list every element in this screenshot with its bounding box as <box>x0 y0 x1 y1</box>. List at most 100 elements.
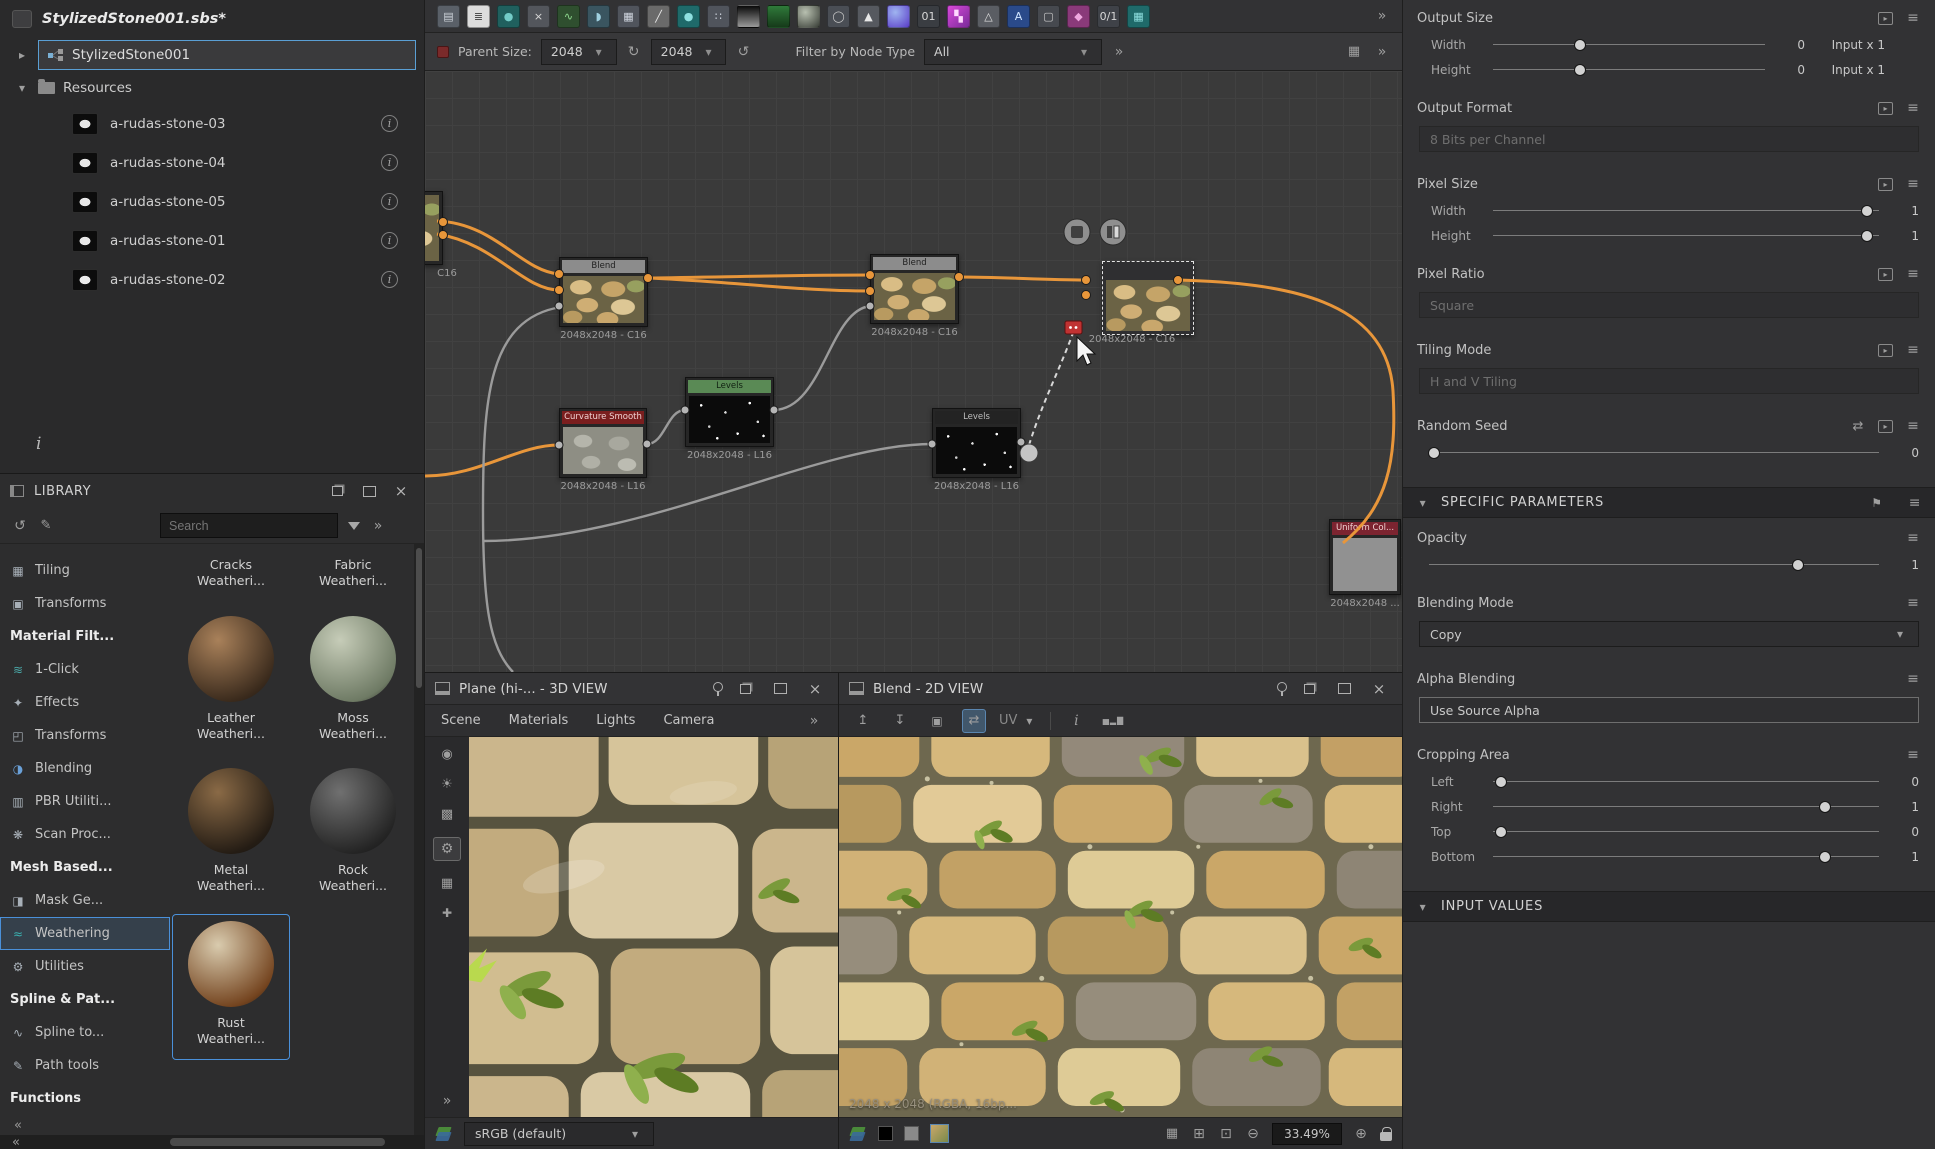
render-icon[interactable] <box>439 807 455 822</box>
gradient-node-icon[interactable]: ╱ <box>647 5 670 28</box>
library-vertical-scrollbar[interactable] <box>414 544 424 1135</box>
graph-view-options-icon[interactable] <box>1346 44 1362 59</box>
light-icon[interactable] <box>439 777 455 792</box>
gradient-axial-node-icon[interactable] <box>767 5 790 28</box>
toolbar-overflow-icon[interactable] <box>1111 44 1127 60</box>
image-channels-icon[interactable] <box>962 709 986 733</box>
slider-track[interactable] <box>1493 775 1879 789</box>
slider-track[interactable] <box>1429 446 1879 460</box>
text-doc-node-icon[interactable]: ≣ <box>467 5 490 28</box>
resource-item[interactable]: a-rudas-stone-03i <box>0 104 424 143</box>
library-category-pbr-utiliti[interactable]: ▥PBR Utiliti... <box>0 785 170 818</box>
section-bar-specific-parameters[interactable]: SPECIFIC PARAMETERS <box>1403 487 1935 518</box>
expose-parameter-icon[interactable] <box>1878 268 1893 281</box>
text-node-icon[interactable]: A <box>1007 5 1030 28</box>
reset-size-icon[interactable] <box>735 44 751 60</box>
grayscale-conversion-node-icon[interactable]: 0/1 <box>1097 5 1120 28</box>
library-category-path-tools[interactable]: ✎Path tools <box>0 1049 170 1082</box>
library-horizontal-scrollbar[interactable] <box>0 1135 424 1149</box>
save-image-icon[interactable] <box>888 709 912 733</box>
restore-panel-button[interactable] <box>732 679 758 699</box>
info-button[interactable]: i <box>36 434 41 454</box>
slider-knob[interactable] <box>1861 230 1873 242</box>
maximize-panel-button[interactable] <box>1331 679 1357 699</box>
slider-track[interactable] <box>1493 204 1879 218</box>
resources-folder-row[interactable]: Resources <box>0 72 424 104</box>
library-category-utilities[interactable]: ⚙Utilities <box>0 950 170 983</box>
library-category-mask-ge[interactable]: ◨Mask Ge... <box>0 884 170 917</box>
library-item-leather[interactable]: LeatherWeatheri... <box>172 609 290 756</box>
transform-2d-node-icon[interactable]: ▢ <box>1037 5 1060 28</box>
close-panel-button[interactable] <box>388 481 414 501</box>
blend-node-selected[interactable]: Blend <box>1102 261 1194 335</box>
maximize-panel-button[interactable] <box>767 679 793 699</box>
lock-icon[interactable] <box>1380 1132 1392 1141</box>
library-category-transforms[interactable]: ▣Transforms <box>0 587 170 620</box>
close-panel-button[interactable] <box>802 679 828 699</box>
switch-node-icon[interactable]: 01 <box>917 5 940 28</box>
gradient-linear-node-icon[interactable] <box>737 5 760 28</box>
uv-mode-dropdown[interactable]: UV <box>999 713 1037 728</box>
grid-toggle-icon[interactable] <box>1164 1126 1180 1141</box>
library-category-weathering[interactable]: ≈Weathering <box>0 917 170 950</box>
more-options-icon[interactable] <box>370 518 386 534</box>
info-icon[interactable]: i <box>381 193 398 210</box>
edit-icon[interactable] <box>38 518 54 533</box>
fit-view-icon[interactable] <box>1218 1126 1234 1142</box>
texture-preview-swatch[interactable] <box>930 1124 949 1143</box>
levels-node-1[interactable]: Levels <box>685 377 774 447</box>
levels-node-2[interactable]: Levels <box>932 408 1021 478</box>
library-category-scan-proc[interactable]: ❋Scan Proc... <box>0 818 170 851</box>
library-category-blending[interactable]: ◑Blending <box>0 752 170 785</box>
menu-icon[interactable] <box>1907 495 1923 511</box>
slider-knob[interactable] <box>1428 447 1440 459</box>
expose-parameter-icon[interactable] <box>1878 420 1893 433</box>
library-item-rust[interactable]: RustWeatheri... <box>172 914 290 1061</box>
section-bar-input-values[interactable]: INPUT VALUES <box>1403 891 1935 922</box>
background-gray-swatch[interactable] <box>904 1126 919 1141</box>
normal-sphere-node-icon[interactable] <box>887 5 910 28</box>
expose-parameter-icon[interactable] <box>1878 12 1893 25</box>
input-stone-node[interactable] <box>425 191 443 265</box>
slider-track[interactable] <box>1493 229 1879 243</box>
graph-item-selected[interactable]: StylizedStone001 <box>38 40 416 70</box>
slider-knob[interactable] <box>1819 801 1831 813</box>
menu-camera[interactable]: Camera <box>663 713 714 728</box>
restore-panel-button[interactable] <box>324 481 350 501</box>
library-item-moss[interactable]: MossWeatheri... <box>294 609 412 756</box>
slider-track[interactable] <box>1493 38 1765 52</box>
library-category-effects[interactable]: ✦Effects <box>0 686 170 719</box>
menu-icon[interactable] <box>1905 530 1921 546</box>
background-black-swatch[interactable] <box>878 1126 893 1141</box>
collapse-icon[interactable] <box>8 1135 24 1149</box>
fill-node-icon[interactable]: ◆ <box>1067 5 1090 28</box>
chevron-down-icon[interactable] <box>14 81 30 95</box>
library-category-spline-to[interactable]: ∿Spline to... <box>0 1016 170 1049</box>
collapse-icon[interactable] <box>10 1118 26 1133</box>
colorspace-dropdown[interactable]: sRGB (default) <box>464 1122 654 1146</box>
blur-node-icon[interactable]: ● <box>497 5 520 28</box>
ellipse-node-icon[interactable]: ◯ <box>827 5 850 28</box>
slider-knob[interactable] <box>1819 851 1831 863</box>
menu-icon[interactable] <box>1905 342 1921 358</box>
sphere-node-icon[interactable] <box>797 5 820 28</box>
tiling-toggle-icon[interactable] <box>1191 1126 1207 1142</box>
slider-track[interactable] <box>1493 800 1879 814</box>
slider-track[interactable] <box>1493 825 1879 839</box>
expose-parameter-icon[interactable] <box>1878 102 1893 115</box>
menu-icon[interactable] <box>1905 747 1921 763</box>
image-info-icon[interactable] <box>1064 709 1088 733</box>
slider-track[interactable] <box>1493 63 1765 77</box>
uniform-color-node[interactable]: Uniform Col... <box>1329 519 1401 595</box>
3d-viewport[interactable] <box>469 737 838 1117</box>
shape-node-icon[interactable]: ● <box>677 5 700 28</box>
export-image-icon[interactable] <box>851 709 875 733</box>
camera-icon[interactable] <box>439 747 455 762</box>
bookmark-icon[interactable] <box>1869 496 1885 510</box>
menu-icon[interactable] <box>1905 10 1921 26</box>
directional-warp-node-icon[interactable]: × <box>527 5 550 28</box>
blend-node-2[interactable]: Blend <box>870 254 959 324</box>
slider-knob[interactable] <box>1574 64 1586 76</box>
menu-scene[interactable]: Scene <box>441 713 481 728</box>
history-icon[interactable] <box>12 518 28 534</box>
